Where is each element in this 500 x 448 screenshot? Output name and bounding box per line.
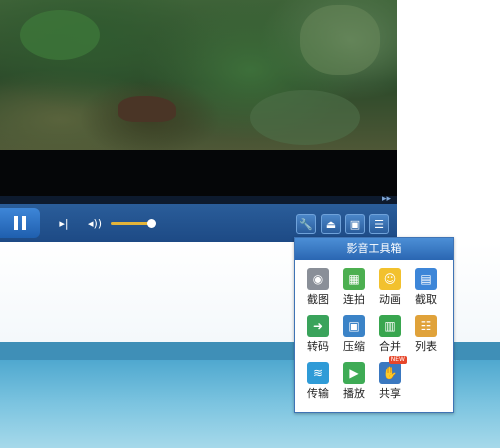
tool-label: 转码 <box>307 340 329 353</box>
tool-label: 共享 <box>379 387 401 400</box>
tool-gif[interactable]: ☺ 动画 <box>373 268 407 312</box>
gif-icon: ☺ <box>379 268 401 290</box>
new-badge: NEW <box>388 356 407 364</box>
video-letterbox <box>0 150 397 196</box>
tool-camera[interactable]: ◉ 截图 <box>301 268 335 312</box>
tool-label: 列表 <box>415 340 437 353</box>
list-gear-icon: ☷ <box>415 315 437 337</box>
tool-list-gear[interactable]: ☷ 列表 <box>409 315 443 359</box>
eject-button[interactable]: ⏏ <box>321 214 341 234</box>
toolbox-button[interactable]: 🔧 <box>296 214 316 234</box>
next-button[interactable]: ▸| <box>56 215 72 231</box>
film-cut-icon: ▤ <box>415 268 437 290</box>
animal <box>118 96 176 122</box>
share-icon: ✋ NEW <box>379 356 407 384</box>
tool-burst[interactable]: ▦ 连拍 <box>337 268 371 312</box>
list-icon: ☰ <box>374 217 384 231</box>
tool-label: 合并 <box>379 340 401 353</box>
tool-merge[interactable]: ▥ 合并 <box>373 315 407 359</box>
merge-icon: ▥ <box>379 315 401 337</box>
foliage <box>300 5 380 75</box>
compress-icon: ▣ <box>343 315 365 337</box>
tool-film-cut[interactable]: ▤ 截取 <box>409 268 443 312</box>
skin-icon: ▣ <box>349 217 361 231</box>
volume-button[interactable]: ◂)) <box>86 215 104 231</box>
seek-bar[interactable]: ▸▸ <box>0 194 397 204</box>
burst-icon: ▦ <box>343 268 365 290</box>
play-cloud-icon: ▶ <box>343 362 365 384</box>
tool-label: 截图 <box>307 293 329 306</box>
pause-icon <box>22 216 26 230</box>
tool-label: 截取 <box>415 293 437 306</box>
tool-wifi[interactable]: ≋ 传输 <box>301 362 335 406</box>
tool-label: 连拍 <box>343 293 365 306</box>
tool-label: 压缩 <box>343 340 365 353</box>
pause-icon <box>14 216 18 230</box>
tool-compress[interactable]: ▣ 压缩 <box>337 315 371 359</box>
eject-icon: ⏏ <box>325 217 337 231</box>
tool-convert[interactable]: ➜ 转码 <box>301 315 335 359</box>
tool-label: 播放 <box>343 387 365 400</box>
background <box>397 0 500 210</box>
pause-button[interactable] <box>0 208 40 238</box>
volume-icon: ◂)) <box>87 216 103 230</box>
tool-share[interactable]: ✋ NEW 共享 <box>373 356 407 406</box>
foliage <box>20 10 100 60</box>
volume-slider-handle[interactable] <box>147 219 156 228</box>
next-icon: ▸| <box>59 216 69 230</box>
playlist-button[interactable]: ☰ <box>369 214 389 234</box>
tool-label: 动画 <box>379 293 401 306</box>
foliage <box>250 90 360 145</box>
toolbox-popup: 影音工具箱 ◉ 截图 ▦ 连拍 ☺ 动画 ▤ 截取 ➜ 转码 ▣ 压缩 ▥ 合并 ☷ 列表 ≋ 传输 ▶ 播放 ✋ NEW… <box>294 237 454 413</box>
camera-icon: ◉ <box>307 268 329 290</box>
wrench-icon: 🔧 <box>299 217 313 231</box>
video-frame[interactable] <box>0 0 397 150</box>
toolbox-title: 影音工具箱 <box>295 238 453 260</box>
skin-button[interactable]: ▣ <box>345 214 365 234</box>
tool-play-cloud[interactable]: ▶ 播放 <box>337 362 371 406</box>
wifi-icon: ≋ <box>307 362 329 384</box>
tool-label: 传输 <box>307 387 329 400</box>
convert-icon: ➜ <box>307 315 329 337</box>
